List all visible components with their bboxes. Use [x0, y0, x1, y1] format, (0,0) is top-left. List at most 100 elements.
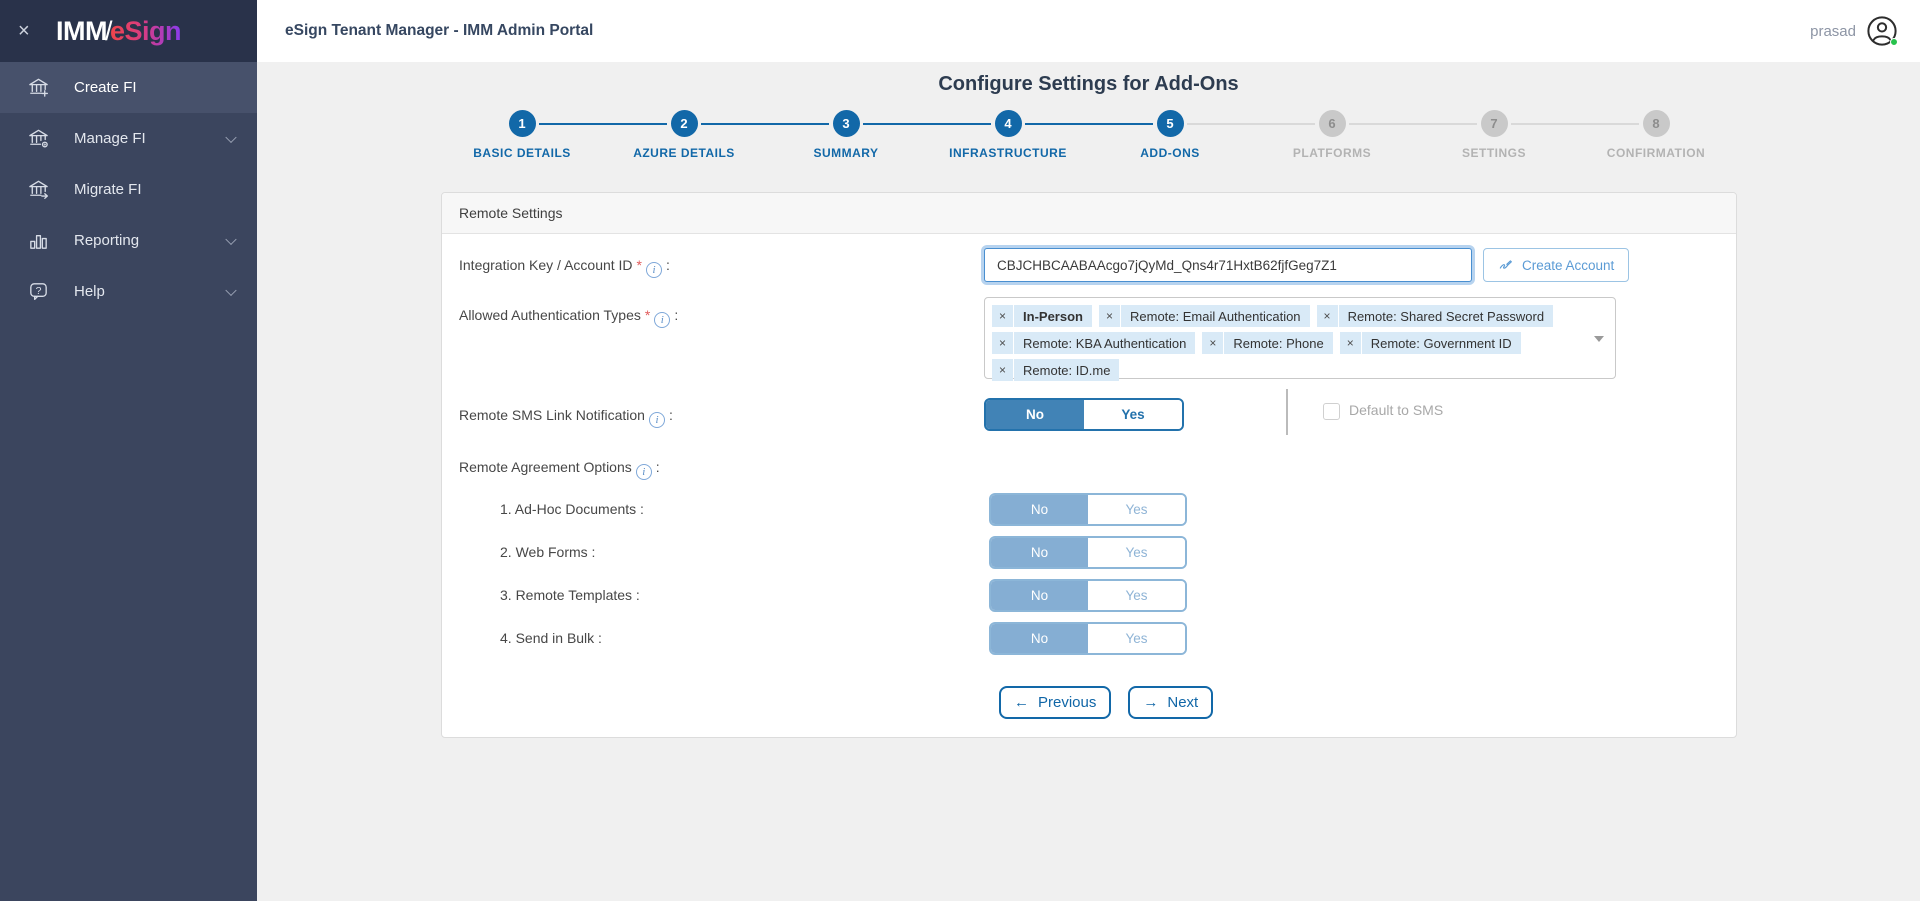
page-title: Configure Settings for Add-Ons — [938, 73, 1239, 95]
tag-remove-icon[interactable]: × — [992, 332, 1014, 354]
step-label: SUMMARY — [813, 146, 879, 160]
toggle-no[interactable]: No — [991, 538, 1088, 567]
dropdown-caret-icon[interactable] — [1594, 336, 1604, 342]
info-icon[interactable]: i — [654, 312, 671, 328]
sidebar-item-label: Migrate FI — [74, 181, 142, 198]
sms-notification-label: Remote SMS Link Notification i: — [459, 407, 673, 428]
step-circle: 1 — [508, 110, 536, 137]
next-button[interactable]: → Next — [1128, 686, 1214, 719]
create-account-label: Create Account — [1522, 257, 1615, 273]
bank-plus-icon — [26, 76, 50, 100]
step-circle: 5 — [1156, 110, 1184, 137]
toggle-yes[interactable]: Yes — [1088, 581, 1185, 610]
sidebar-item-migrate-fi[interactable]: Migrate FI — [0, 164, 257, 215]
required-marker: * — [644, 307, 651, 323]
step-label: INFRASTRUCTURE — [949, 146, 1067, 160]
sidebar-close-icon[interactable]: × — [18, 21, 44, 41]
step-label: AZURE DETAILS — [633, 146, 735, 160]
tag-remove-icon[interactable]: × — [992, 305, 1014, 327]
toggle-no[interactable]: No — [991, 581, 1088, 610]
adhoc-documents-toggle[interactable]: No Yes — [989, 493, 1187, 526]
sidebar-item-label: Help — [74, 283, 105, 300]
bank-arrow-icon — [26, 178, 50, 202]
toggle-yes[interactable]: Yes — [1084, 400, 1182, 429]
agreement-options-label: Remote Agreement Options i: — [459, 459, 660, 480]
auth-tag: × Remote: KBA Authentication — [992, 332, 1196, 354]
step-infrastructure[interactable]: 4 INFRASTRUCTURE — [927, 110, 1089, 160]
chevron-down-icon — [225, 284, 237, 296]
create-account-button[interactable]: Create Account — [1483, 248, 1630, 282]
required-marker: * — [636, 257, 642, 273]
app-root: × IMM/eSign Create FI Manage FI Migrate … — [0, 0, 1920, 901]
vertical-divider — [1286, 389, 1288, 435]
previous-button[interactable]: ← Previous — [999, 686, 1112, 719]
info-icon[interactable]: i — [646, 262, 662, 278]
info-icon[interactable]: i — [635, 464, 652, 480]
tag-remove-icon[interactable]: × — [1339, 332, 1361, 354]
sidebar-item-help[interactable]: ? Help — [0, 266, 257, 317]
web-forms-toggle[interactable]: No Yes — [989, 536, 1187, 569]
top-header: eSign Tenant Manager - IMM Admin Portal … — [257, 0, 1920, 62]
sidebar-item-label: Reporting — [74, 232, 140, 249]
app-title: eSign Tenant Manager - IMM Admin Portal — [285, 22, 594, 39]
bar-chart-icon — [26, 229, 50, 253]
remote-settings-panel: Remote Settings Integration Key / Accoun… — [441, 192, 1737, 738]
option-send-in-bulk-label: 4. Send in Bulk : — [500, 630, 602, 646]
step-label: PLATFORMS — [1292, 146, 1372, 160]
tag-remove-icon[interactable]: × — [992, 359, 1014, 381]
sms-notification-toggle[interactable]: No Yes — [984, 398, 1184, 431]
send-in-bulk-toggle[interactable]: No Yes — [989, 622, 1187, 655]
chevron-down-icon — [225, 131, 237, 143]
toggle-yes[interactable]: Yes — [1088, 624, 1185, 653]
step-label: SETTINGS — [1461, 146, 1526, 160]
left-arrow-icon: ← — [1014, 694, 1029, 711]
step-settings: 7 SETTINGS — [1413, 110, 1575, 160]
bank-gear-icon — [26, 127, 50, 151]
toggle-no[interactable]: No — [991, 495, 1088, 524]
auth-tag: × Remote: Email Authentication — [1098, 305, 1310, 327]
step-summary[interactable]: 3 SUMMARY — [765, 110, 927, 160]
step-circle: 2 — [670, 110, 698, 137]
tag-remove-icon[interactable]: × — [1098, 305, 1120, 327]
auth-tag: × Remote: Shared Secret Password — [1316, 305, 1554, 327]
auth-tag: × Remote: Government ID — [1339, 332, 1521, 354]
step-basic-details[interactable]: 1 BASIC DETAILS — [441, 110, 603, 160]
step-circle: 4 — [994, 110, 1022, 137]
logo-esign: eSign — [110, 15, 182, 46]
remote-templates-toggle[interactable]: No Yes — [989, 579, 1187, 612]
option-remote-templates-label: 3. Remote Templates : — [500, 587, 640, 603]
sidebar-item-manage-fi[interactable]: Manage FI — [0, 113, 257, 164]
toggle-no[interactable]: No — [991, 624, 1088, 653]
sidebar-item-create-fi[interactable]: Create FI — [0, 62, 257, 113]
default-to-sms-label: Default to SMS — [1349, 402, 1444, 418]
step-label: CONFIRMATION — [1606, 146, 1706, 160]
step-azure-details[interactable]: 2 AZURE DETAILS — [603, 110, 765, 160]
user-avatar-icon[interactable] — [1866, 15, 1898, 47]
step-circle: 6 — [1318, 110, 1346, 137]
auth-types-label: Allowed Authentication Types * i: — [459, 307, 679, 328]
step-label: ADD-ONS — [1140, 146, 1200, 160]
chevron-down-icon — [225, 233, 237, 245]
toggle-yes[interactable]: Yes — [1088, 538, 1185, 567]
toggle-no[interactable]: No — [986, 400, 1084, 429]
auth-tag: × Remote: Phone — [1202, 332, 1333, 354]
user-area[interactable]: prasad — [1810, 0, 1898, 62]
auth-tag: × Remote: ID.me — [992, 359, 1120, 381]
step-circle: 3 — [832, 110, 860, 137]
right-arrow-icon: → — [1143, 694, 1159, 711]
integration-key-input[interactable] — [984, 248, 1472, 282]
help-bubble-icon: ? — [26, 280, 50, 304]
default-to-sms-checkbox[interactable] — [1323, 403, 1340, 420]
imm-esign-logo: IMM/eSign — [56, 15, 182, 47]
tag-remove-icon[interactable]: × — [1316, 305, 1338, 327]
toggle-yes[interactable]: Yes — [1088, 495, 1185, 524]
tag-remove-icon[interactable]: × — [1202, 332, 1224, 354]
step-add-ons[interactable]: 5 ADD-ONS — [1089, 110, 1251, 160]
wizard-stepper: 1 BASIC DETAILS 2 AZURE DETAILS 3 SUMMAR… — [441, 110, 1737, 160]
step-circle: 8 — [1642, 110, 1670, 137]
username: prasad — [1810, 22, 1856, 40]
info-icon[interactable]: i — [648, 412, 665, 428]
integration-key-label: Integration Key / Account ID * i: — [459, 257, 670, 278]
auth-types-multiselect[interactable]: × In-Person × Remote: Email Authentication… — [984, 297, 1616, 381]
sidebar-item-reporting[interactable]: Reporting — [0, 215, 257, 266]
